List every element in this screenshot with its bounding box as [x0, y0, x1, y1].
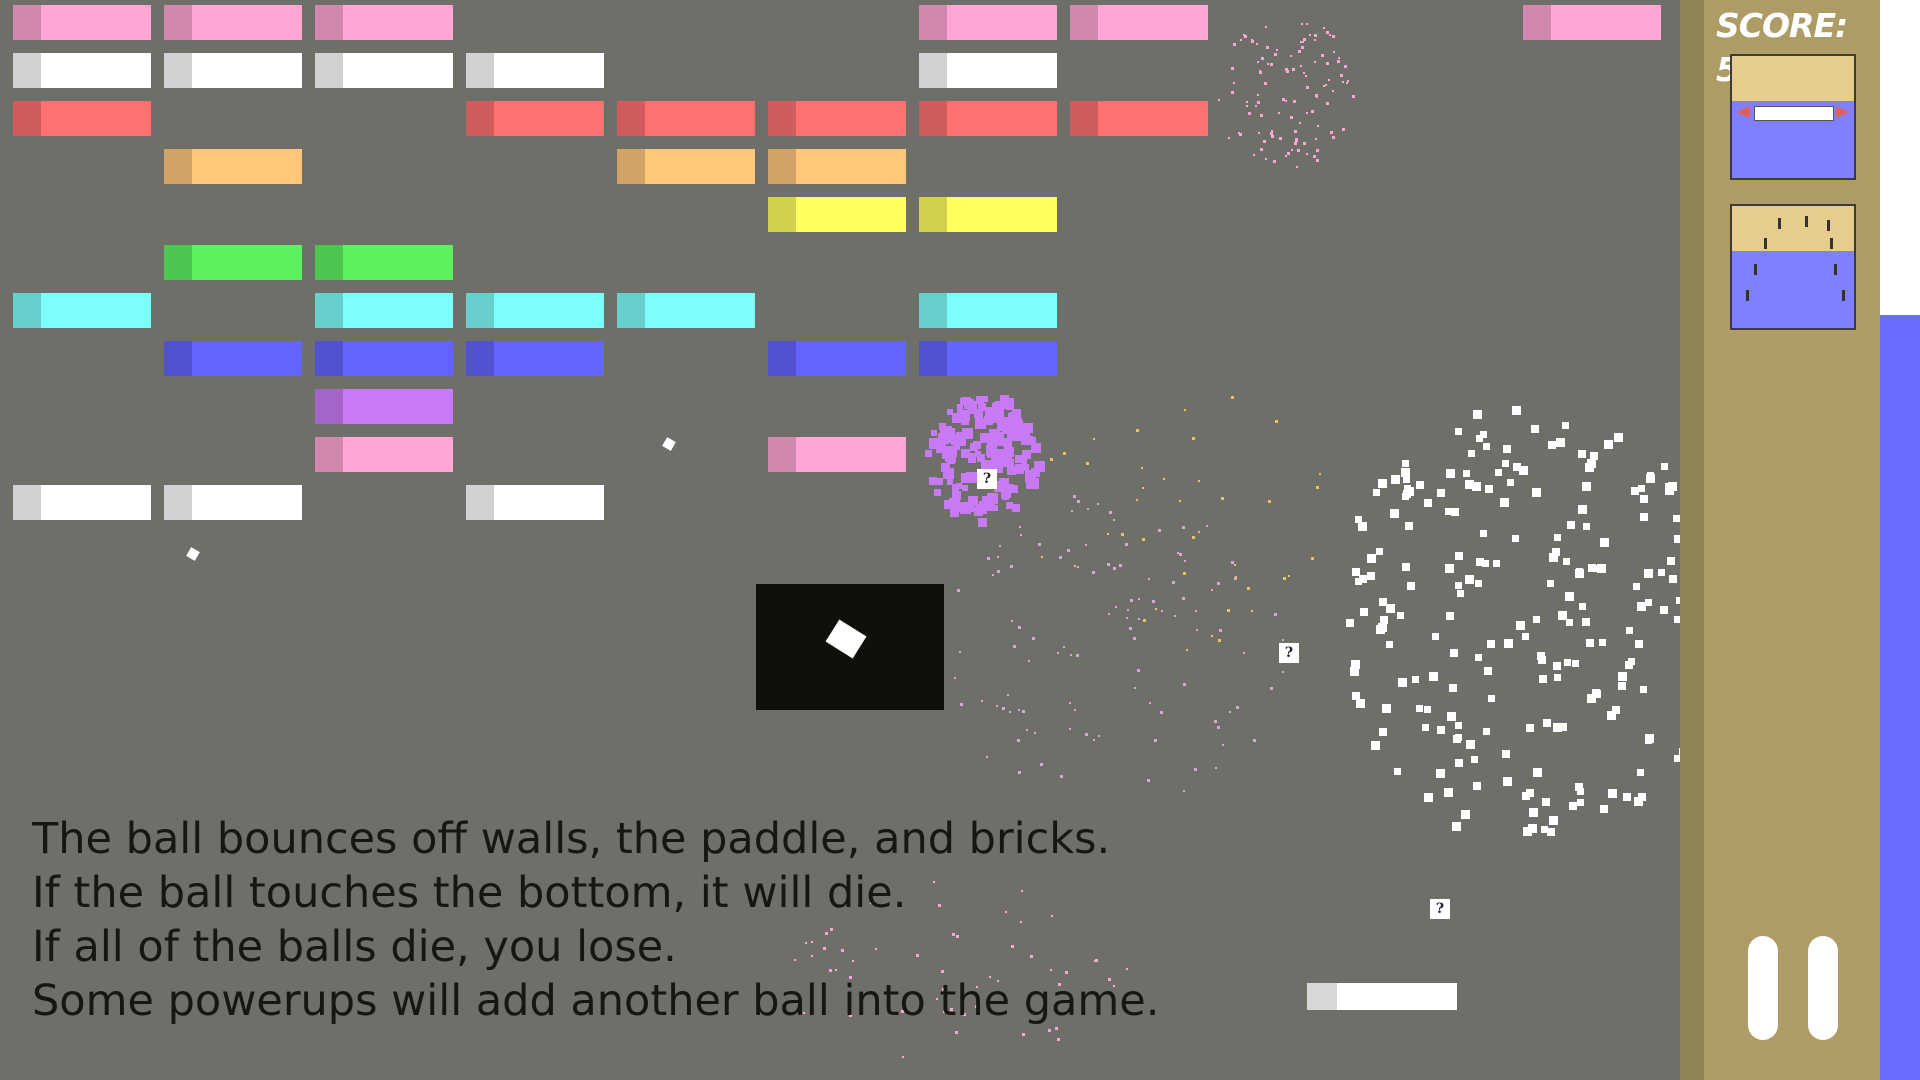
paddle-icon [1754, 106, 1834, 121]
brick-red [466, 101, 604, 136]
brick-cyan [315, 293, 453, 328]
brick-pink [13, 5, 151, 40]
game-screen: ? ? ? The ball bounces off walls, the pa… [0, 0, 1920, 1080]
brick-white [164, 53, 302, 88]
brick-purple [315, 389, 453, 424]
ball-trail-icon [1778, 218, 1781, 229]
brick-red [617, 101, 755, 136]
tutorial-line: Some powerups will add another ball into… [32, 976, 1160, 1026]
ball-trail-icon [1827, 220, 1830, 231]
ball-trail-icon [1764, 238, 1767, 249]
brick-red [1070, 101, 1208, 136]
arrow-right-icon [1736, 106, 1750, 118]
brick-cyan [617, 293, 755, 328]
brick-pink [315, 5, 453, 40]
brick-red [919, 101, 1057, 136]
brick-green [164, 245, 302, 280]
brick-white [315, 53, 453, 88]
brick-pink [1523, 5, 1661, 40]
pause-icon [1748, 936, 1778, 1040]
powerup-mystery-icon: ? [1279, 643, 1299, 663]
brick-blue [466, 341, 604, 376]
ball-trail-icon [1754, 264, 1757, 275]
brick-yellow [768, 197, 906, 232]
brick-white [13, 53, 151, 88]
brick-cyan [13, 293, 151, 328]
brick-white [919, 53, 1057, 88]
paddle[interactable] [1307, 983, 1457, 1010]
arrow-left-icon [1836, 106, 1850, 118]
powerup-mystery-icon: ? [1430, 899, 1450, 919]
brick-blue [315, 341, 453, 376]
ball-trail-icon [1842, 290, 1845, 301]
brick-pink [164, 5, 302, 40]
brick-orange [164, 149, 302, 184]
brick-blue [768, 341, 906, 376]
tutorial-line: If all of the balls die, you lose. [32, 922, 677, 972]
brick-red [13, 101, 151, 136]
card-bottom [1732, 251, 1854, 328]
paddle-shade [1307, 983, 1337, 1010]
ball-trail-icon [1746, 290, 1749, 301]
pause-button[interactable] [1748, 936, 1838, 1042]
ball-trail-icon [1805, 216, 1808, 227]
tutorial-line: If the ball touches the bottom, it will … [32, 868, 907, 918]
brick-pink [1070, 5, 1208, 40]
brick-pink [919, 5, 1057, 40]
brick-pink [315, 437, 453, 472]
scrollbar-thumb[interactable] [1880, 315, 1920, 1080]
sidebar-border [1680, 0, 1704, 1080]
brick-yellow [919, 197, 1057, 232]
brick-red [768, 101, 906, 136]
brick-orange [768, 149, 906, 184]
powerup-mystery-icon: ? [977, 469, 997, 489]
brick-cyan [919, 293, 1057, 328]
brick-white [466, 53, 604, 88]
ball-trail-icon [1830, 238, 1833, 249]
brick-blue [919, 341, 1057, 376]
brick-green [315, 245, 453, 280]
brick-white [13, 485, 151, 520]
multi-ball-card[interactable] [1730, 204, 1856, 330]
card-top [1732, 56, 1854, 101]
pause-icon [1808, 936, 1838, 1040]
brick-pink [768, 437, 906, 472]
brick-orange [617, 149, 755, 184]
brick-blue [164, 341, 302, 376]
playfield[interactable]: ? ? ? The ball bounces off walls, the pa… [0, 0, 1783, 1080]
card-top [1732, 206, 1854, 251]
brick-white [164, 485, 302, 520]
tutorial-line: The ball bounces off walls, the paddle, … [32, 814, 1111, 864]
brick-cyan [466, 293, 604, 328]
tutorial-text: The ball bounces off walls, the paddle, … [32, 812, 1159, 1028]
ball [825, 619, 867, 659]
black-hole [756, 584, 944, 710]
paddle-grow-card[interactable] [1730, 54, 1856, 180]
brick-white [466, 485, 604, 520]
ball-trail-icon [1834, 264, 1837, 275]
